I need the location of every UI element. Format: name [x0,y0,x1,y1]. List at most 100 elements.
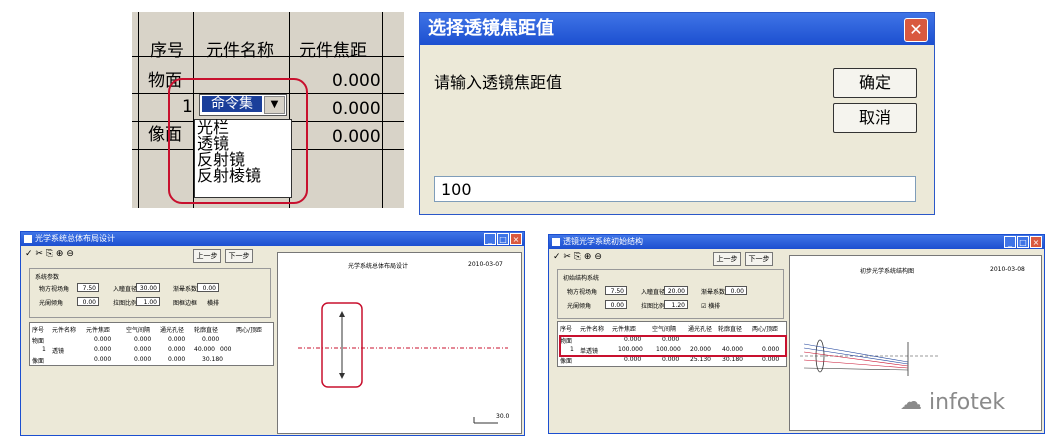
toolbar: ✓ ✂ ⎘ ⊕ ⊖ [553,252,602,262]
table-cell: 像面 [32,358,45,365]
column-header: 轮廓直径 [194,327,219,334]
column-header: 序号 [32,327,45,334]
field-label: 入瞳直径 [113,286,138,293]
table-cell[interactable]: 0.000 [134,336,151,343]
row-focal[interactable]: 0.000 [332,98,381,120]
table-zoom-panel: 序号 元件名称 元件焦距 物面 0.000 1 0.000 像面 0.000 命… [132,12,404,208]
table-cell[interactable]: 0.000 [168,356,185,363]
close-icon[interactable]: × [510,233,522,245]
column-header: 空气间隔 [652,326,677,333]
cut-icon[interactable]: ✂ [563,252,571,262]
arrow-up-icon [339,311,345,317]
close-icon[interactable]: × [1030,236,1042,248]
zoom-out-icon[interactable]: ⊖ [594,252,602,262]
zoom-in-icon[interactable]: ⊕ [56,249,64,259]
zoom-in-icon[interactable]: ⊕ [584,252,592,262]
field-input[interactable]: 30.00 [136,283,160,292]
table-cell[interactable]: 0.000 [762,356,779,363]
copy-icon[interactable]: ⎘ [574,252,581,262]
next-step-button[interactable]: 下一步 [225,249,253,263]
field-input[interactable]: 20.00 [664,286,688,295]
ok-button[interactable]: 确定 [833,68,917,98]
field-input[interactable]: 1.00 [136,297,160,306]
group-title: 系统参数 [35,274,60,281]
table-cell[interactable]: 0.000 [134,356,151,363]
table-cell[interactable]: 25.130 [690,356,711,363]
check-icon[interactable]: ✓ [553,252,561,262]
table-cell: 1 [42,346,46,353]
column-header: 序号 [560,326,573,333]
cut-icon[interactable]: ✂ [35,249,43,259]
grid-line [138,12,139,208]
column-header: 通光孔径 [160,327,185,334]
copy-icon[interactable]: ⎘ [46,249,53,259]
grid-line [382,12,383,208]
minimize-icon[interactable]: _ [1004,236,1016,248]
close-icon[interactable]: ✕ [904,18,928,42]
field-label: 拉图比例 [641,303,666,310]
field-label: 光阑倾角 [39,300,64,307]
checkbox-label[interactable]: ☑ 横排 [701,301,720,310]
table-cell[interactable]: 0.000 [202,336,219,343]
column-header: 两心/顶距 [236,327,263,334]
table-cell[interactable]: 0.000 [168,336,185,343]
lens-diagram [298,302,508,424]
field-label: 物方视场角 [567,289,598,296]
field-input[interactable]: 7.50 [605,286,627,295]
prev-step-button[interactable]: 上一步 [193,249,221,263]
wechat-icon: ☁ [900,390,922,415]
highlight-row [559,335,787,357]
check-icon[interactable]: ✓ [25,249,33,259]
zoom-out-icon[interactable]: ⊖ [66,249,74,259]
layout-canvas: 光学系统总体布局设计 2010-03-07 30.0 [277,252,522,434]
column-header: 两心/顶距 [752,326,779,333]
field-label: 拉图比例 [113,300,138,307]
table-cell[interactable]: 30.180 [722,356,743,363]
cancel-button[interactable]: 取消 [833,103,917,133]
field-input[interactable]: 0.00 [197,283,219,292]
table-cell: 物面 [32,338,45,345]
field-input[interactable]: 1.20 [664,300,688,309]
table-cell[interactable]: 000 [220,346,231,353]
column-header: 空气间隔 [126,327,151,334]
window-title-text: 透镜光学系统初始结构 [563,237,643,246]
field-input[interactable]: 7.50 [77,283,99,292]
window-title: 透镜光学系统初始结构 [549,235,1044,249]
highlight-box [168,78,308,204]
table-cell[interactable]: 透镜 [52,346,64,355]
column-header-name: 元件名称 [206,41,274,61]
maximize-icon[interactable]: □ [497,233,509,245]
layout-design-window: 光学系统总体布局设计 _ □ × ✓ ✂ ⎘ ⊕ ⊖ 上一步 下一步 系统参数 物方… [20,231,525,436]
next-step-button[interactable]: 下一步 [745,252,773,266]
field-input[interactable]: 0.00 [725,286,747,295]
window-controls: _ □ × [1004,236,1042,248]
app-icon [24,235,32,243]
row-focal[interactable]: 0.000 [332,70,381,92]
window-controls: _ □ × [484,233,522,245]
field-label: 图框边框 [173,300,198,307]
checkbox-text: 横排 [708,303,721,310]
field-input[interactable]: 0.00 [605,300,627,309]
window-title-text: 光学系统总体布局设计 [35,234,115,243]
minimize-icon[interactable]: _ [484,233,496,245]
group-title: 初始结构系统 [563,275,600,282]
field-label: 渐晕系数 [173,286,198,293]
table-cell[interactable]: 0.000 [94,346,111,353]
prev-step-button[interactable]: 上一步 [713,252,741,266]
column-header: 元件焦距 [86,327,111,334]
table-cell[interactable]: 0.000 [134,346,151,353]
column-header: 元件名称 [52,327,77,334]
table-cell[interactable]: 0.000 [168,346,185,353]
row-focal[interactable]: 0.000 [332,126,381,148]
table-cell[interactable]: 0.000 [94,336,111,343]
watermark-text: infotek [929,390,1006,415]
maximize-icon[interactable]: □ [1017,236,1029,248]
column-header: 元件名称 [580,326,605,333]
table-cell[interactable]: 40.000 [194,346,215,353]
field-input[interactable]: 0.00 [77,297,99,306]
table-cell[interactable]: 0.000 [624,356,641,363]
table-cell[interactable]: 30.180 [202,356,223,363]
table-cell[interactable]: 0.000 [94,356,111,363]
focal-length-input[interactable]: 100 [434,176,916,202]
table-cell[interactable]: 0.000 [662,356,679,363]
